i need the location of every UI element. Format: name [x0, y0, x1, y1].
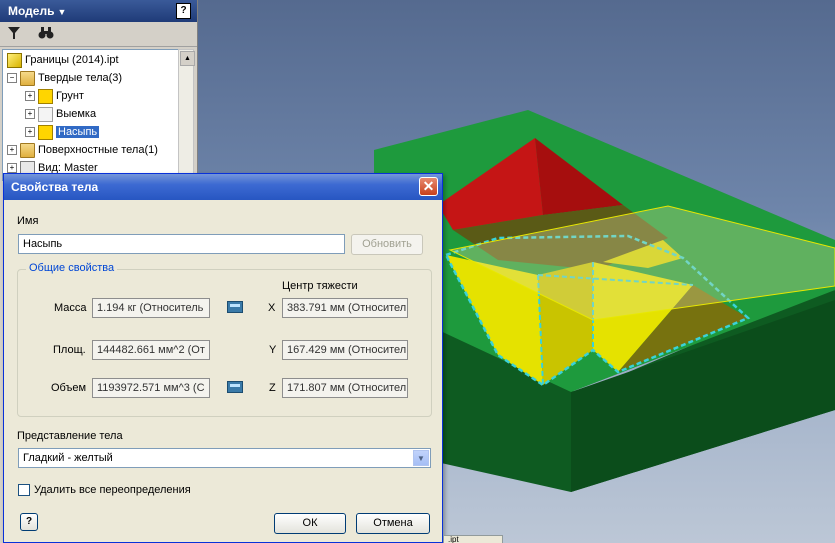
ok-button[interactable]: ОК	[274, 513, 346, 534]
representation-label: Представление тела	[17, 430, 123, 442]
dialog-title-bar[interactable]: Свойства тела ✕	[4, 174, 442, 200]
tree-item-label-selected: Насыпь	[56, 126, 100, 138]
representation-select[interactable]: Гладкий - желтый ▼	[18, 448, 431, 468]
chevron-down-icon[interactable]: ▼	[57, 7, 66, 17]
remove-overrides-checkbox[interactable]	[18, 484, 30, 496]
solid-body-yellow-icon	[38, 124, 53, 140]
collapse-icon[interactable]: −	[7, 73, 17, 84]
volume-field[interactable]: 1193972.571 мм^3 (С	[92, 378, 210, 398]
tree-item-nasyp[interactable]: + Насыпь	[25, 123, 100, 141]
browser-title: Модель	[8, 4, 55, 18]
tree-item-vyemka[interactable]: + Выемка	[25, 105, 96, 123]
dialog-title: Свойства тела	[11, 180, 99, 194]
close-icon[interactable]: ✕	[419, 177, 438, 196]
help-icon[interactable]: ?	[20, 513, 38, 531]
update-button[interactable]: Обновить	[351, 234, 423, 255]
expand-icon[interactable]: +	[25, 109, 35, 120]
tree-item-label: Твердые тела(3)	[38, 72, 123, 84]
z-field[interactable]: 171.807 мм (Относител	[282, 378, 408, 398]
x-field[interactable]: 383.791 мм (Относител	[282, 298, 408, 318]
name-field[interactable]: Насыпь	[18, 234, 345, 254]
chevron-down-icon[interactable]: ▼	[413, 450, 429, 466]
calculator-icon[interactable]	[227, 381, 243, 393]
tree-item-label: Поверхностные тела(1)	[38, 144, 158, 156]
folder-icon	[20, 142, 35, 158]
folder-icon	[20, 70, 35, 86]
calculator-icon[interactable]	[227, 301, 243, 313]
mass-label: Масса	[54, 302, 87, 314]
document-tab-label: .ipt	[448, 535, 459, 543]
model-tree[interactable]: Границы (2014).ipt − Твердые тела(3) + Гру…	[2, 49, 180, 181]
scroll-up-icon[interactable]: ▲	[180, 51, 195, 66]
filter-icon[interactable]	[6, 26, 22, 42]
mass-field[interactable]: 1.194 кг (Относитель	[92, 298, 210, 318]
tree-item-label: Границы (2014).ipt	[25, 54, 119, 66]
center-of-gravity-label: Центр тяжести	[282, 280, 358, 292]
expand-icon[interactable]: +	[7, 163, 17, 174]
help-icon[interactable]: ?	[176, 3, 191, 19]
tree-item-label: Выемка	[56, 108, 97, 120]
volume-label: Объем	[51, 382, 87, 394]
browser-toolbar	[0, 22, 197, 47]
browser-title-bar[interactable]: Модель ▼ ?	[0, 0, 197, 22]
solid-body-white-icon	[38, 106, 53, 122]
part-icon	[7, 52, 22, 68]
group-title: Общие свойства	[26, 262, 118, 274]
expand-icon[interactable]: +	[25, 91, 35, 102]
tree-item-part[interactable]: Границы (2014).ipt	[7, 51, 119, 69]
remove-overrides-label[interactable]: Удалить все переопределения	[34, 484, 191, 496]
z-label: Z	[269, 382, 276, 394]
tree-item-surface-bodies[interactable]: + Поверхностные тела(1)	[7, 141, 158, 159]
tree-item-label: Грунт	[56, 90, 84, 102]
name-label: Имя	[17, 215, 39, 227]
y-field[interactable]: 167.429 мм (Относител	[282, 340, 408, 360]
expand-icon[interactable]: +	[25, 127, 35, 138]
cancel-button[interactable]: Отмена	[356, 513, 430, 534]
binoculars-icon[interactable]	[38, 26, 54, 42]
y-label: Y	[269, 344, 277, 356]
area-field[interactable]: 144482.661 мм^2 (От	[92, 340, 210, 360]
representation-value: Гладкий - желтый	[23, 452, 113, 464]
body-properties-dialog: Свойства тела ✕ Имя Насыпь Обновить Общи…	[3, 173, 443, 543]
solid-body-yellow-icon	[38, 88, 53, 104]
document-tab[interactable]: .ipt	[443, 535, 503, 543]
expand-icon[interactable]: +	[7, 145, 17, 156]
area-label: Площ.	[53, 344, 86, 356]
x-label: X	[268, 302, 276, 314]
tree-item-grunt[interactable]: + Грунт	[25, 87, 84, 105]
tree-scrollbar[interactable]: ▲	[178, 49, 195, 179]
tree-item-solid-bodies[interactable]: − Твердые тела(3)	[7, 69, 122, 87]
